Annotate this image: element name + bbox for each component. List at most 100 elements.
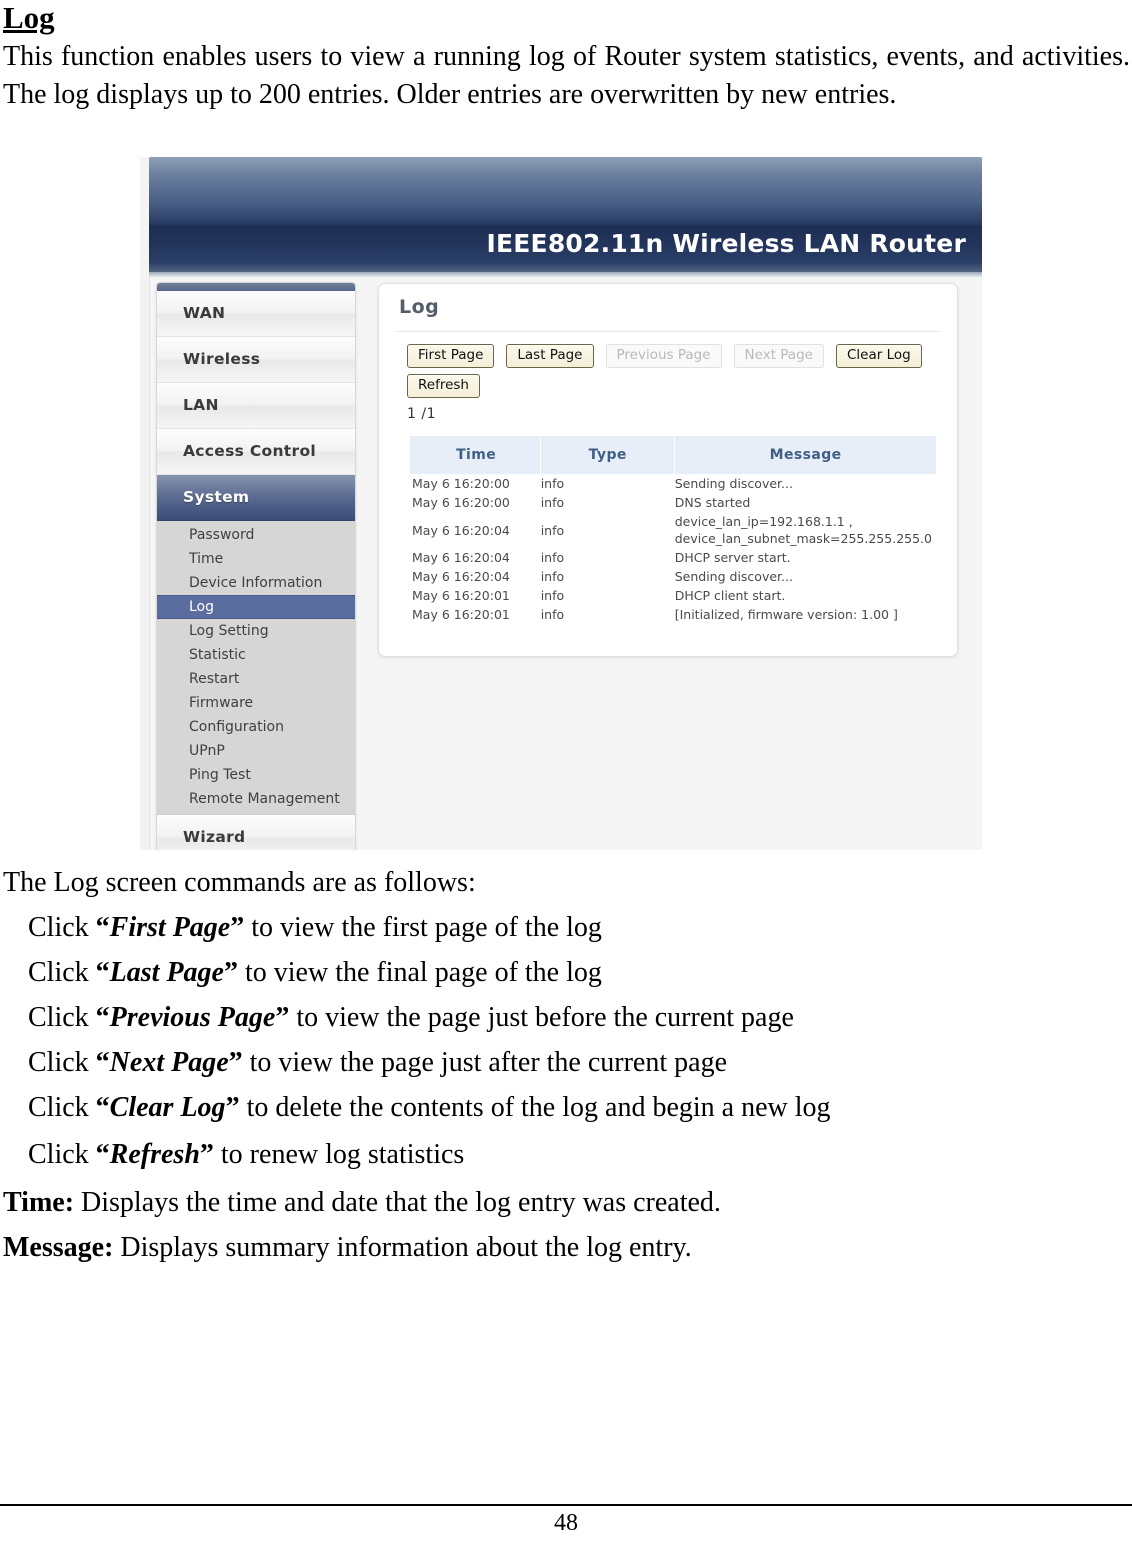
sidebar-item-label: LAN (183, 396, 219, 414)
sidebar-item-access-control[interactable]: Access Control (157, 429, 355, 475)
command-line-clear-log: Click “Clear Log” to delete the contents… (0, 1085, 1132, 1130)
sidebar-item-wan[interactable]: WAN (157, 291, 355, 337)
submenu-item-label: Log Setting (189, 623, 269, 639)
button-name: First Page (109, 912, 231, 943)
close-quote: ” (228, 1047, 243, 1078)
close-quote: ” (225, 1092, 240, 1123)
submenu-item-label: Statistic (189, 647, 246, 663)
command-description: to renew log statistics (213, 1139, 465, 1170)
cell-time: May 6 16:20:01 (412, 607, 510, 622)
first-page-button[interactable]: First Page (407, 344, 495, 368)
submenu-item-time[interactable]: Time (157, 547, 355, 571)
command-line-first-page: Click “First Page” to view the first pag… (0, 905, 1132, 950)
button-name: Previous Page (109, 1002, 276, 1033)
cell-type: info (540, 607, 565, 622)
submenu-item-label: Ping Test (189, 767, 251, 783)
submenu-item-device-information[interactable]: Device Information (157, 571, 355, 595)
definition-description: Displays the time and date that the log … (74, 1187, 721, 1218)
submenu-item-label: Time (189, 551, 224, 567)
definition-line-time: Time: Displays the time and date that th… (0, 1180, 1132, 1225)
submenu-item-label: Remote Management (189, 791, 340, 807)
sidebar-item-label: Wizard (183, 828, 246, 846)
command-description: to view the page just before the current… (289, 1002, 794, 1033)
sidebar-navigation: WAN Wireless LAN Access Control System P… (156, 282, 356, 850)
submenu-item-label: Firmware (189, 695, 254, 711)
table-row: May 6 16:20:04 info Sending discover... (410, 567, 936, 586)
log-toolbar: First Page Last Page Previous Page Next … (407, 344, 937, 404)
sidebar-item-lan[interactable]: LAN (157, 383, 355, 429)
refresh-button[interactable]: Refresh (407, 374, 480, 398)
submenu-item-restart[interactable]: Restart (157, 667, 355, 691)
table-row: May 6 16:20:01 info [Initialized, firmware… (410, 605, 936, 624)
cell-time: May 6 16:20:04 (412, 569, 510, 584)
column-header-time: Time (410, 436, 542, 474)
submenu-item-label: UPnP (189, 743, 225, 759)
page-indicator: 1 /1 (407, 406, 436, 422)
cell-time: May 6 16:20:00 (412, 495, 510, 510)
sidebar-item-wireless[interactable]: Wireless (157, 337, 355, 383)
open-quote: “ (95, 1002, 110, 1033)
cell-type: info (540, 588, 565, 603)
sidebar-item-label: WAN (183, 304, 226, 322)
sidebar-item-system[interactable]: System (157, 475, 355, 521)
column-header-message: Message (674, 436, 936, 474)
manual-page-commands: The Log screen commands are as follows: … (0, 860, 1132, 1270)
submenu-item-password[interactable]: Password (157, 523, 355, 547)
manual-page-text: Log This function enables users to view … (0, 0, 1132, 114)
definition-line-message: Message: Displays summary information ab… (0, 1225, 1132, 1270)
last-page-button[interactable]: Last Page (506, 344, 594, 368)
table-row: May 6 16:20:01 info DHCP client start. (410, 586, 936, 605)
definition-term: Message: (3, 1232, 114, 1263)
footer-page-number: 48 (554, 1510, 578, 1536)
sidebar-submenu-system: Password Time Device Information Log Log… (157, 521, 355, 815)
cell-message: Sending discover... (674, 569, 793, 584)
open-quote: “ (95, 1047, 110, 1078)
cell-type: info (540, 495, 565, 510)
close-quote: ” (230, 912, 245, 943)
table-header-row: Time Type Message (410, 436, 936, 474)
submenu-item-ping-test[interactable]: Ping Test (157, 763, 355, 787)
submenu-item-label: Configuration (189, 719, 284, 735)
submenu-item-remote-management[interactable]: Remote Management (157, 787, 355, 811)
sidebar-item-label: System (183, 488, 250, 506)
column-header-type: Type (540, 436, 676, 474)
clear-log-button[interactable]: Clear Log (835, 344, 922, 368)
command-line-refresh: Click “Refresh” to renew log statistics (0, 1130, 1132, 1180)
sidebar-item-wizard[interactable]: Wizard (157, 815, 355, 850)
previous-page-button[interactable]: Previous Page (605, 344, 722, 368)
submenu-item-log[interactable]: Log (157, 595, 355, 619)
definition-term: Time: (3, 1187, 75, 1218)
router-product-title: IEEE802.11n Wireless LAN Router (486, 229, 966, 258)
router-web-ui-screenshot: IEEE802.11n Wireless LAN Router WAN Wire… (140, 157, 982, 850)
button-name: Refresh (109, 1139, 200, 1170)
submenu-item-firmware[interactable]: Firmware (157, 691, 355, 715)
cell-type: info (540, 522, 565, 538)
submenu-item-label: Device Information (189, 575, 323, 591)
close-quote: ” (199, 1139, 214, 1170)
table-row: May 6 16:20:04 info DHCP server start. (410, 548, 936, 567)
submenu-item-upnp[interactable]: UPnP (157, 739, 355, 763)
command-description: to view the final page of the log (237, 957, 602, 988)
sidebar-item-label: Access Control (183, 442, 317, 460)
submenu-item-label: Password (189, 527, 255, 543)
cell-type: info (540, 569, 565, 584)
click-word: Click (28, 1002, 96, 1033)
cell-message: DHCP client start. (674, 588, 786, 603)
button-name: Clear Log (109, 1092, 226, 1123)
button-name: Last Page (109, 957, 224, 988)
sidebar-top-accent-bar (157, 283, 355, 291)
command-description: to delete the contents of the log and be… (239, 1092, 831, 1123)
cell-message: [Initialized, firmware version: 1.00 ] (674, 607, 898, 622)
panel-divider (397, 331, 939, 332)
submenu-item-statistic[interactable]: Statistic (157, 643, 355, 667)
open-quote: “ (95, 957, 110, 988)
submenu-item-configuration[interactable]: Configuration (157, 715, 355, 739)
page-title: Log (3, 0, 55, 35)
submenu-item-log-setting[interactable]: Log Setting (157, 619, 355, 643)
cell-time: May 6 16:20:00 (412, 476, 510, 491)
next-page-button[interactable]: Next Page (733, 344, 824, 368)
command-description: to view the first page of the log (244, 912, 602, 943)
button-name: Next Page (109, 1047, 229, 1078)
cell-type: info (540, 550, 565, 565)
close-quote: ” (223, 957, 238, 988)
